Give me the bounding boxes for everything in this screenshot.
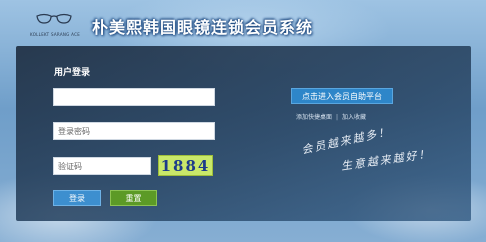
logo-text: KOLLEKT SARANG ACE <box>30 32 81 37</box>
captcha-image[interactable]: 1884 <box>158 155 213 176</box>
login-title: 用户登录 <box>54 68 91 78</box>
system-title: 朴美熙韩国眼镜连锁会员系统 <box>92 18 314 37</box>
reset-button[interactable]: 重置 <box>110 190 157 206</box>
captcha-input[interactable] <box>53 157 151 175</box>
member-portal-button[interactable]: 点击进入会员自助平台 <box>291 88 393 104</box>
username-input[interactable] <box>53 88 215 106</box>
quick-links: 添加快捷桌面 | 加入收藏 <box>296 112 366 121</box>
header: KOLLEKT SARANG ACE 朴美熙韩国眼镜连锁会员系统 <box>0 0 486 44</box>
add-favorite-link[interactable]: 加入收藏 <box>342 112 366 121</box>
glasses-icon <box>36 13 72 24</box>
add-shortcut-link[interactable]: 添加快捷桌面 <box>296 112 332 121</box>
password-input[interactable] <box>53 122 215 140</box>
logo: KOLLEKT SARANG ACE <box>30 12 81 42</box>
login-button[interactable]: 登录 <box>53 190 101 206</box>
link-separator: | <box>336 114 339 121</box>
